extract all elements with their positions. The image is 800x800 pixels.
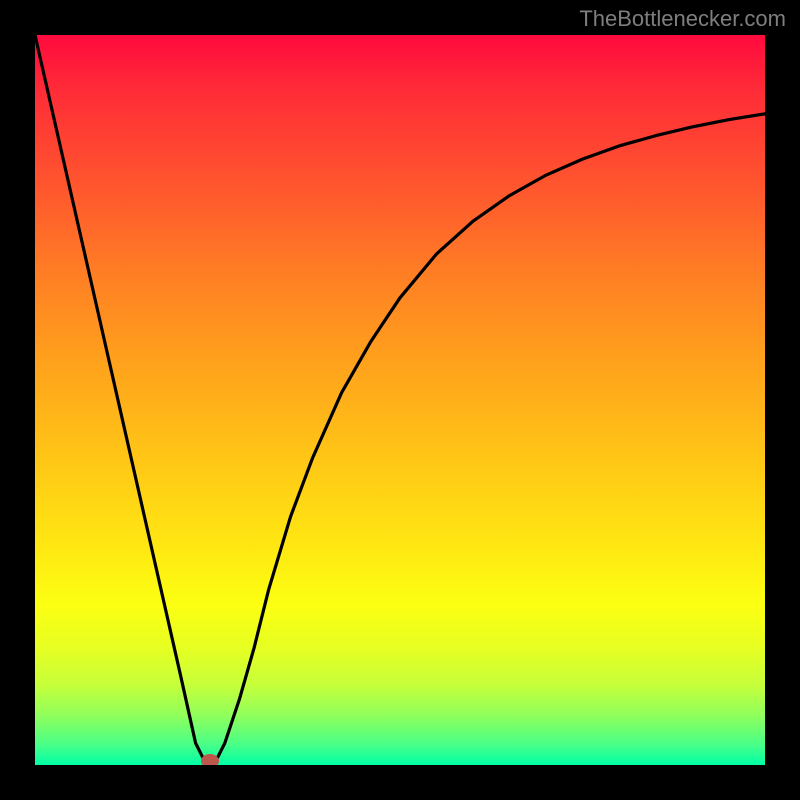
bottleneck-curve	[35, 35, 765, 765]
optimal-point-marker	[201, 754, 219, 765]
attribution-text: TheBottlenecker.com	[579, 6, 786, 32]
chart-canvas: TheBottlenecker.com	[0, 0, 800, 800]
plot-area	[35, 35, 765, 765]
